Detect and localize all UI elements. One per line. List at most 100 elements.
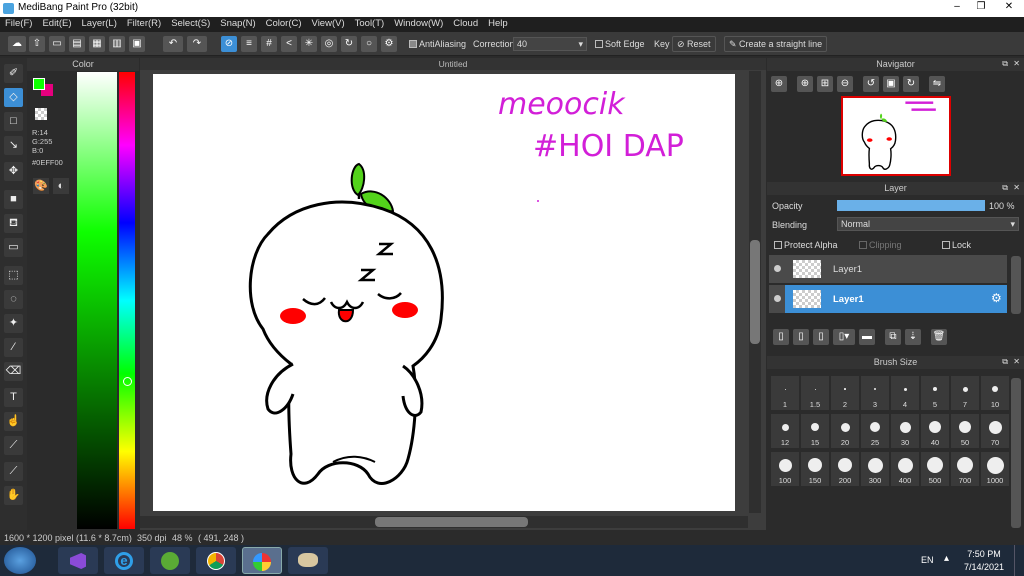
brush-size-option[interactable]: 150 xyxy=(801,452,829,486)
brush-size-option[interactable]: 15 xyxy=(801,414,829,448)
brush-size-option[interactable]: 1 xyxy=(771,376,799,410)
panel-close-icon[interactable]: ✕ xyxy=(1013,59,1020,68)
redo-icon[interactable]: ↷ xyxy=(187,36,207,52)
brush-size-option[interactable]: 1.5 xyxy=(801,376,829,410)
hue-handle[interactable] xyxy=(123,377,132,386)
minimize-button[interactable]: – xyxy=(946,0,968,15)
brush-size-option[interactable]: 30 xyxy=(891,414,919,448)
brush-size-option[interactable]: 12 xyxy=(771,414,799,448)
brush-size-option[interactable]: 50 xyxy=(951,414,979,448)
brush-size-scrollbar[interactable] xyxy=(1011,378,1021,528)
document-icon[interactable]: ▦ xyxy=(89,36,105,52)
brush-size-option[interactable]: 400 xyxy=(891,452,919,486)
chrome-icon[interactable] xyxy=(196,547,236,574)
snap-curve-icon[interactable]: ↻ xyxy=(341,36,357,52)
visual-studio-icon[interactable] xyxy=(58,547,98,574)
menu-file[interactable]: File(F) xyxy=(0,17,37,32)
vertical-scroll-thumb[interactable] xyxy=(750,240,760,344)
palette-icon[interactable]: 🎨 xyxy=(33,178,49,194)
palette-settings-icon[interactable]: ◐ xyxy=(53,178,69,194)
eraser-tool-icon[interactable]: ◇ xyxy=(4,88,23,107)
tray-expand-icon[interactable]: ▴ xyxy=(944,553,949,564)
rotate-left-icon[interactable]: ↺ xyxy=(863,76,879,92)
select-tool-icon[interactable]: ⬚ xyxy=(4,266,23,285)
brush-size-option[interactable]: 300 xyxy=(861,452,889,486)
panel-popout-icon[interactable]: ⧉ xyxy=(1002,357,1008,367)
text-tool-icon[interactable]: T xyxy=(4,388,23,407)
lock-checkbox[interactable]: Lock xyxy=(942,240,971,250)
drawing-canvas[interactable]: meoocik #HOI DAP xyxy=(153,74,735,511)
new-halftone-layer-icon[interactable]: ▯ xyxy=(793,329,809,345)
navigator-preview[interactable] xyxy=(841,96,951,176)
antialiasing-checkbox[interactable]: AntiAliasing xyxy=(409,39,466,49)
brush-size-option[interactable]: 20 xyxy=(831,414,859,448)
clipping-checkbox[interactable]: Clipping xyxy=(859,240,902,250)
brush-size-option[interactable]: 200 xyxy=(831,452,859,486)
blur-tool-icon[interactable]: ↘ xyxy=(4,136,23,155)
share-icon[interactable]: ⇧ xyxy=(29,36,45,52)
gradient-tool-icon[interactable]: ▭ xyxy=(4,238,23,257)
brush-size-option[interactable]: 40 xyxy=(921,414,949,448)
panel-icon[interactable]: ▣ xyxy=(129,36,145,52)
visibility-icon[interactable] xyxy=(774,295,781,302)
snap-settings-icon[interactable]: ⚙ xyxy=(381,36,397,52)
brush-size-option[interactable]: 1000 xyxy=(981,452,1009,486)
undo-icon[interactable]: ↶ xyxy=(163,36,183,52)
menu-color[interactable]: Color(C) xyxy=(261,17,307,32)
rotate-reset-icon[interactable]: ▣ xyxy=(883,76,899,92)
fg-color-swatch[interactable] xyxy=(33,78,45,90)
menu-select[interactable]: Select(S) xyxy=(166,17,215,32)
show-desktop-button[interactable] xyxy=(1014,545,1024,576)
horizontal-scroll-thumb[interactable] xyxy=(375,517,528,527)
brush-size-option[interactable]: 100 xyxy=(771,452,799,486)
protect-alpha-checkbox[interactable]: Protect Alpha xyxy=(774,240,838,250)
eyedropper-icon[interactable]: ⟋ xyxy=(4,462,23,481)
lasso-tool-icon[interactable]: ◌ xyxy=(4,290,23,309)
trash-icon[interactable]: 🗑 xyxy=(931,329,947,345)
menu-cloud[interactable]: Cloud xyxy=(448,17,483,32)
zoom-icon[interactable]: ⊕ xyxy=(771,76,787,92)
document-tab[interactable]: Untitled xyxy=(140,58,766,70)
folder-icon[interactable]: ▬ xyxy=(859,329,875,345)
flip-icon[interactable]: ⇋ xyxy=(929,76,945,92)
zoom-out-icon[interactable]: ⊖ xyxy=(837,76,853,92)
snap-grid-icon[interactable]: # xyxy=(261,36,277,52)
brush-size-option[interactable]: 4 xyxy=(891,376,919,410)
cloud-icon[interactable]: ☁ xyxy=(8,36,26,52)
blending-select[interactable]: Normal ▾ xyxy=(837,217,1019,231)
fill-tool-icon[interactable]: ⛾ xyxy=(4,214,23,233)
snap-ellipse-icon[interactable]: ○ xyxy=(361,36,377,52)
brush-size-option[interactable]: 2 xyxy=(831,376,859,410)
start-button[interactable] xyxy=(4,547,36,574)
frame-divider-icon[interactable]: ⟋ xyxy=(4,436,23,455)
brush-size-option[interactable]: 5 xyxy=(921,376,949,410)
panel-popout-icon[interactable]: ⧉ xyxy=(1002,59,1008,69)
move-tool-icon[interactable]: ✥ xyxy=(4,162,23,181)
copy-layer-icon[interactable]: ⧉ xyxy=(885,329,901,345)
saturation-brightness-picker[interactable] xyxy=(77,72,117,529)
layer-row-selected[interactable]: Layer1 ⚙ xyxy=(769,285,1007,313)
close-button[interactable]: ✕ xyxy=(996,0,1022,15)
layer-settings-icon[interactable]: ⚙ xyxy=(991,291,1002,305)
panel-close-icon[interactable]: ✕ xyxy=(1013,357,1020,366)
transparent-color-swatch[interactable] xyxy=(35,108,47,120)
clock[interactable]: 7:50 PM 7/14/2021 xyxy=(960,548,1008,574)
new-layer-icon[interactable]: ▯ xyxy=(773,329,789,345)
language-indicator[interactable]: EN xyxy=(921,555,934,565)
snap-circle-icon[interactable]: ◎ xyxy=(321,36,337,52)
grid-icon[interactable]: ▥ xyxy=(109,36,125,52)
visibility-icon[interactable] xyxy=(774,265,781,272)
panel-popout-icon[interactable]: ⧉ xyxy=(1002,183,1008,193)
snap-parallel-icon[interactable]: ≡ xyxy=(241,36,257,52)
soft-edge-checkbox[interactable]: Soft Edge xyxy=(595,39,645,49)
magic-wand-icon[interactable]: ✦ xyxy=(4,314,23,333)
menu-edit[interactable]: Edit(E) xyxy=(37,17,76,32)
layer-row[interactable]: Layer1 xyxy=(769,255,1007,283)
dot-tool-icon[interactable]: □ xyxy=(4,112,23,131)
zoom-in-icon[interactable]: ⊕ xyxy=(797,76,813,92)
snap-radial-icon[interactable]: ✳ xyxy=(301,36,317,52)
brush-size-option[interactable]: 25 xyxy=(861,414,889,448)
internet-explorer-icon[interactable]: e xyxy=(104,547,144,574)
rotate-right-icon[interactable]: ↻ xyxy=(903,76,919,92)
menu-tool[interactable]: Tool(T) xyxy=(350,17,390,32)
